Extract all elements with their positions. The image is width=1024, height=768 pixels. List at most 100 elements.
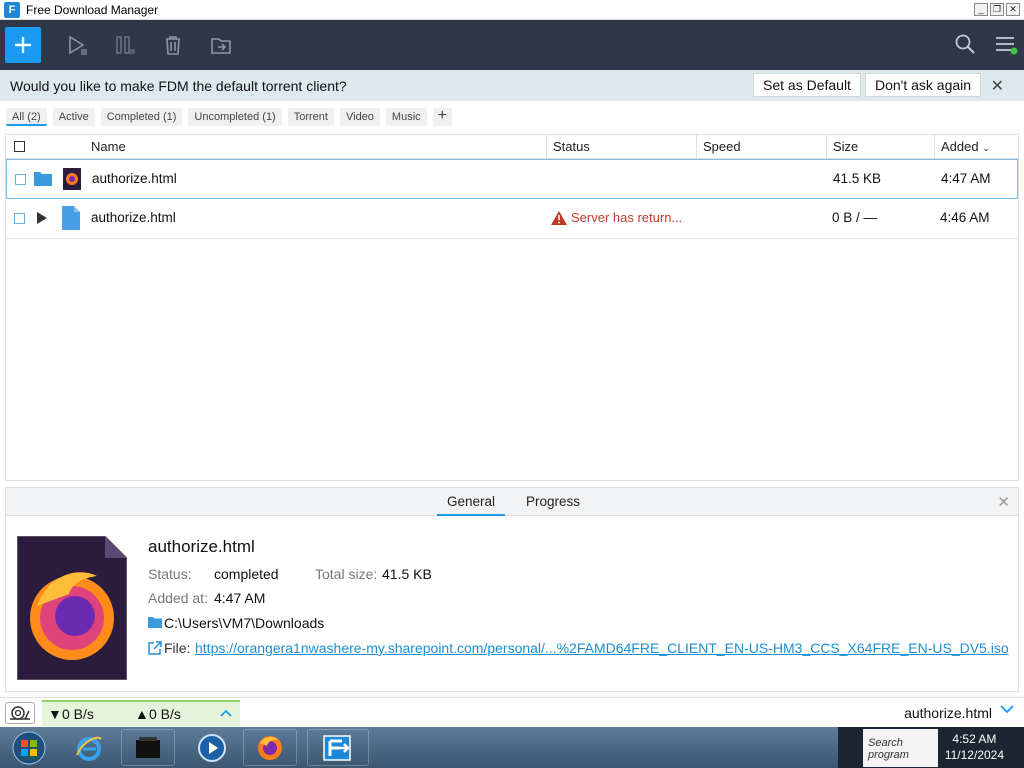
window-title: Free Download Manager — [26, 2, 159, 17]
clock-time: 4:52 AM — [952, 732, 997, 746]
taskbar-ie[interactable] — [62, 729, 116, 766]
download-arrow-icon: ▼ — [48, 706, 62, 722]
row-name: authorize.html — [91, 210, 176, 225]
details-filename: authorize.html — [148, 537, 255, 556]
row-size: 41.5 KB — [833, 171, 882, 186]
row-checkbox[interactable] — [14, 213, 25, 224]
windows-start-icon — [12, 731, 46, 764]
total-size-value: 41.5 KB — [382, 566, 432, 582]
default-client-banner: Would you like to make FDM the default t… — [0, 70, 1024, 101]
upload-arrow-icon: ▲ — [135, 706, 149, 722]
media-player-icon — [198, 733, 226, 762]
download-folder-link[interactable]: C:\Users\VM7\Downloads — [164, 615, 324, 631]
filter-video[interactable]: Video — [339, 108, 380, 126]
window-controls: _ ❐ ✕ — [974, 3, 1020, 16]
taskbar-fdm[interactable] — [307, 729, 369, 766]
minimize-button[interactable]: _ — [974, 3, 988, 16]
title-bar: F Free Download Manager _ ❐ ✕ — [0, 0, 1024, 20]
row-added: 4:47 AM — [941, 171, 991, 186]
folder-move-icon — [211, 38, 231, 54]
firefox-file-icon — [63, 168, 81, 190]
snail-icon — [10, 706, 30, 720]
play-icon[interactable] — [36, 211, 48, 225]
column-status[interactable]: Status — [546, 135, 697, 158]
dont-ask-again-button[interactable]: Don't ask again — [865, 73, 982, 97]
folder-icon[interactable] — [33, 170, 53, 187]
chevron-down-icon[interactable] — [1000, 704, 1014, 714]
column-speed[interactable]: Speed — [696, 135, 827, 158]
close-details-icon[interactable]: ✕ — [997, 493, 1010, 511]
details-panel: General Progress ✕ authorize.html Status… — [5, 487, 1019, 692]
upload-speed: 0 B/s — [149, 706, 181, 722]
column-added-label: Added — [941, 139, 979, 154]
main-toolbar — [0, 20, 1024, 70]
table-row[interactable]: authorize.html 41.5 KB 4:47 AM — [6, 159, 1018, 199]
windows-taskbar: Search program 4:52 AM 11/12/2024 — [0, 727, 1024, 768]
add-filter-button[interactable]: + — [432, 108, 452, 126]
column-added[interactable]: Added ⌄ — [934, 135, 1018, 158]
filter-active[interactable]: Active — [52, 108, 95, 126]
total-size-label: Total size: — [315, 566, 378, 582]
close-window-button[interactable]: ✕ — [1006, 3, 1020, 16]
add-download-button[interactable] — [5, 27, 41, 63]
table-row[interactable]: authorize.html Server has return... 0 B … — [6, 199, 1018, 239]
clock-date: 11/12/2024 — [944, 748, 1004, 762]
pause-button[interactable] — [113, 33, 137, 57]
row-added: 4:46 AM — [940, 210, 990, 225]
filter-music[interactable]: Music — [385, 108, 427, 126]
close-banner-icon[interactable]: ✕ — [991, 76, 1004, 96]
menu-icon[interactable] — [994, 33, 1018, 55]
column-name[interactable]: Name — [85, 135, 546, 158]
chevron-up-icon[interactable] — [220, 709, 232, 717]
added-at-value: 4:47 AM — [214, 590, 266, 606]
status-label: Status: — [148, 566, 192, 582]
filter-tabs: All (2) Active Completed (1) Uncompleted… — [6, 108, 452, 126]
row-size: 0 B / — — [832, 210, 878, 225]
external-link-icon — [148, 641, 162, 655]
taskbar-firefox[interactable] — [243, 729, 297, 766]
status-bar: ▼ 0 B/s ▲ 0 B/s authorize.html — [0, 697, 1024, 727]
filter-torrent[interactable]: Torrent — [287, 108, 334, 126]
select-all-checkbox[interactable] — [14, 141, 25, 152]
restore-button[interactable]: ❐ — [990, 3, 1004, 16]
added-at-label: Added at: — [148, 590, 208, 606]
start-button[interactable] — [2, 729, 56, 766]
column-size[interactable]: Size — [826, 135, 935, 158]
plus-icon — [15, 37, 31, 53]
play-icon — [69, 35, 87, 55]
details-tabs: General Progress ✕ — [6, 488, 1018, 516]
filter-all[interactable]: All (2) — [6, 108, 47, 126]
fdm-icon — [323, 734, 351, 761]
taskbar-clock[interactable]: 4:52 AM 11/12/2024 — [945, 731, 1004, 763]
pause-icon — [116, 36, 135, 54]
banner-message: Would you like to make FDM the default t… — [10, 77, 347, 94]
file-label: File: — [164, 640, 191, 656]
set-as-default-button[interactable]: Set as Default — [753, 73, 861, 97]
firefox-icon — [258, 735, 282, 760]
filter-completed[interactable]: Completed (1) — [100, 108, 183, 126]
speed-mode-button[interactable] — [5, 702, 35, 724]
move-to-folder-button[interactable] — [209, 33, 233, 57]
warning-icon — [551, 211, 567, 225]
search-programs-field[interactable]: Search program — [863, 729, 938, 767]
taskbar-explorer[interactable] — [121, 729, 175, 766]
filter-uncompleted[interactable]: Uncompleted (1) — [188, 108, 282, 126]
file-icon — [62, 206, 80, 230]
row-status: Server has return... — [571, 210, 683, 225]
row-checkbox[interactable] — [15, 174, 26, 185]
fdm-app-icon: F — [4, 1, 20, 18]
delete-button[interactable] — [161, 33, 185, 57]
firefox-file-thumbnail — [17, 536, 127, 680]
tab-progress[interactable]: Progress — [526, 494, 580, 509]
downloads-table: Name Status Speed Size Added ⌄ authorize… — [5, 134, 1019, 481]
tab-general[interactable]: General — [437, 494, 506, 516]
file-url-link[interactable]: https://orangera1nwashere-my.sharepoint.… — [195, 640, 1009, 656]
resume-button[interactable] — [65, 33, 89, 57]
search-icon[interactable] — [954, 33, 976, 55]
table-header: Name Status Speed Size Added ⌄ — [6, 135, 1018, 159]
taskbar-media-player[interactable] — [185, 729, 239, 766]
sort-chevron-icon: ⌄ — [982, 143, 990, 153]
speed-indicator[interactable]: ▼ 0 B/s ▲ 0 B/s — [42, 700, 240, 726]
current-file-label: authorize.html — [904, 705, 992, 721]
download-speed: 0 B/s — [62, 706, 94, 722]
